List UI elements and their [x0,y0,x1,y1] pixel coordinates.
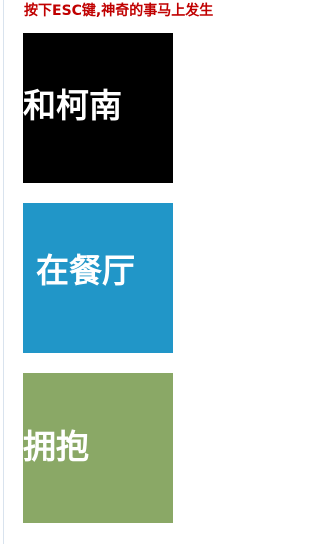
tile-label: 拥抱 [23,427,89,466]
page-left-border [3,0,4,544]
tile-label: 在餐厅 [36,251,135,290]
tile-label: 和柯南 [23,86,122,125]
image-tile-in-restaurant[interactable]: 在餐厅 [23,203,173,353]
image-tile-with-conan[interactable]: 和柯南 [23,33,173,183]
image-tile-hug[interactable]: 拥抱 [23,373,173,523]
esc-hint-text: 按下ESC键,神奇的事马上发生 [24,3,214,19]
